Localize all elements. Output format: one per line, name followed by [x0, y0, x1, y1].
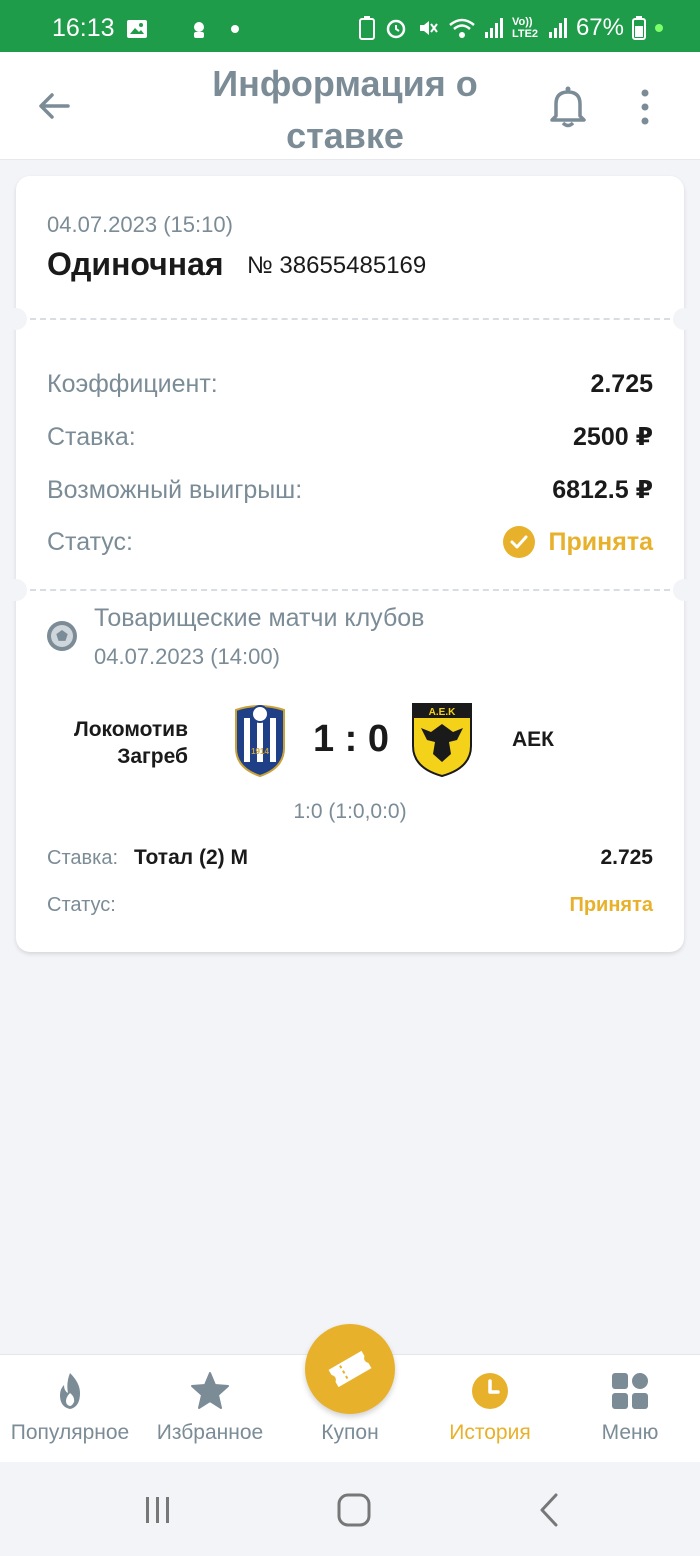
payout-label: Возможный выигрыш: [47, 475, 303, 504]
nav-menu-label: Меню [601, 1421, 659, 1444]
recent-apps-icon[interactable] [142, 1494, 174, 1526]
card-notch [673, 308, 695, 330]
stake-value: 2500 ₽ [573, 423, 653, 451]
bet-card: 04.07.2023 (15:10) Одиночная № 386554851… [5, 176, 695, 952]
status-badge: Принята [502, 526, 653, 558]
app-bar: Информация о ставке [0, 52, 700, 160]
status-value: Принята [548, 527, 653, 556]
nav-history-label: История [449, 1421, 531, 1444]
signal-icon-2 [548, 18, 567, 38]
event-bet-odd: 2.725 [600, 846, 653, 869]
nav-favorites[interactable]: Избранное [140, 1355, 280, 1463]
battery-icon [632, 16, 646, 40]
status-label: Статус: [47, 527, 133, 556]
ticket-icon [328, 1350, 372, 1388]
nav-menu[interactable]: Меню [560, 1355, 700, 1463]
dot-icon [231, 25, 239, 33]
event-status-label: Статус: [47, 894, 116, 916]
battery-saver-icon [358, 16, 375, 40]
battery-percent: 67% [575, 14, 624, 41]
nav-history[interactable]: История [420, 1355, 560, 1463]
card-notch [5, 579, 27, 601]
stake-row: Ставка: 2500 ₽ [47, 417, 653, 457]
privacy-dot-icon [655, 24, 663, 32]
event-bet-row: Ставка: Тотал (2) М 2.725 [47, 846, 653, 870]
alarm-icon [386, 19, 406, 39]
nav-favorites-label: Избранное [156, 1421, 264, 1444]
wifi-icon [449, 18, 475, 38]
bet-type: Одиночная [47, 246, 224, 282]
system-nav-bar [0, 1462, 700, 1556]
score-details: 1:0 (1:0,0:0) [293, 800, 407, 823]
back-nav-icon[interactable] [536, 1492, 562, 1528]
nav-popular[interactable]: Популярное [0, 1355, 140, 1463]
signal-icon [484, 18, 503, 38]
network-label: Vo)) LTE2 [511, 16, 539, 40]
card-notch [673, 579, 695, 601]
nav-popular-label: Популярное [10, 1421, 130, 1444]
bell-icon[interactable] [548, 84, 588, 128]
home-team-logo-icon: 1914 [235, 705, 285, 778]
soccer-ball-icon [47, 621, 77, 651]
flame-icon [60, 1373, 80, 1409]
gallery-icon [127, 20, 147, 38]
event-status-value: Принята [569, 894, 653, 916]
more-vertical-icon[interactable] [636, 88, 654, 126]
back-arrow-icon[interactable] [34, 86, 74, 126]
stake-label: Ставка: [47, 422, 136, 451]
nav-coupon-label: Купон [321, 1421, 379, 1444]
away-team: АЕК [512, 728, 554, 751]
home-team: Локомотив Загреб [73, 718, 188, 768]
divider [30, 318, 670, 320]
status-row: Статус: Принята [47, 522, 653, 562]
home-icon[interactable] [336, 1492, 372, 1528]
check-circle-icon [502, 526, 535, 558]
event-date: 04.07.2023 (14:00) [94, 644, 280, 669]
home-logo-year: 1914 [251, 747, 269, 756]
odds-row: Коэффициент: 2.725 [47, 364, 653, 404]
event-status-row: Статус: Принята [47, 894, 653, 917]
status-time: 16:13 [52, 14, 115, 42]
bet-date: 04.07.2023 (15:10) [47, 212, 233, 237]
away-logo-text: Α.Ε.Κ [429, 707, 456, 718]
grid-icon [612, 1373, 648, 1409]
odds-value: 2.725 [590, 369, 653, 398]
payout-value: 6812.5 ₽ [552, 476, 653, 504]
status-bar: 16:13 Vo)) LTE2 67% [0, 0, 700, 52]
clock-icon [472, 1373, 508, 1409]
bet-number: № 38655485169 [247, 252, 427, 279]
mute-icon [419, 21, 438, 35]
coupon-button[interactable] [305, 1324, 395, 1414]
app-notification-icon [194, 22, 204, 38]
event-bet-label: Ставка: [47, 846, 118, 869]
league-name: Товарищеские матчи клубов [94, 604, 425, 632]
card-notch [5, 308, 27, 330]
event-bet-pick: Тотал (2) М [134, 846, 248, 869]
payout-row: Возможный выигрыш: 6812.5 ₽ [47, 470, 653, 510]
match-score: 1 : 0 [312, 718, 390, 760]
page-title: Информация о ставке [212, 63, 478, 156]
divider [30, 589, 670, 591]
odds-label: Коэффициент: [47, 369, 218, 398]
star-icon [191, 1372, 229, 1409]
away-team-logo-icon: Α.Ε.Κ [412, 703, 472, 778]
